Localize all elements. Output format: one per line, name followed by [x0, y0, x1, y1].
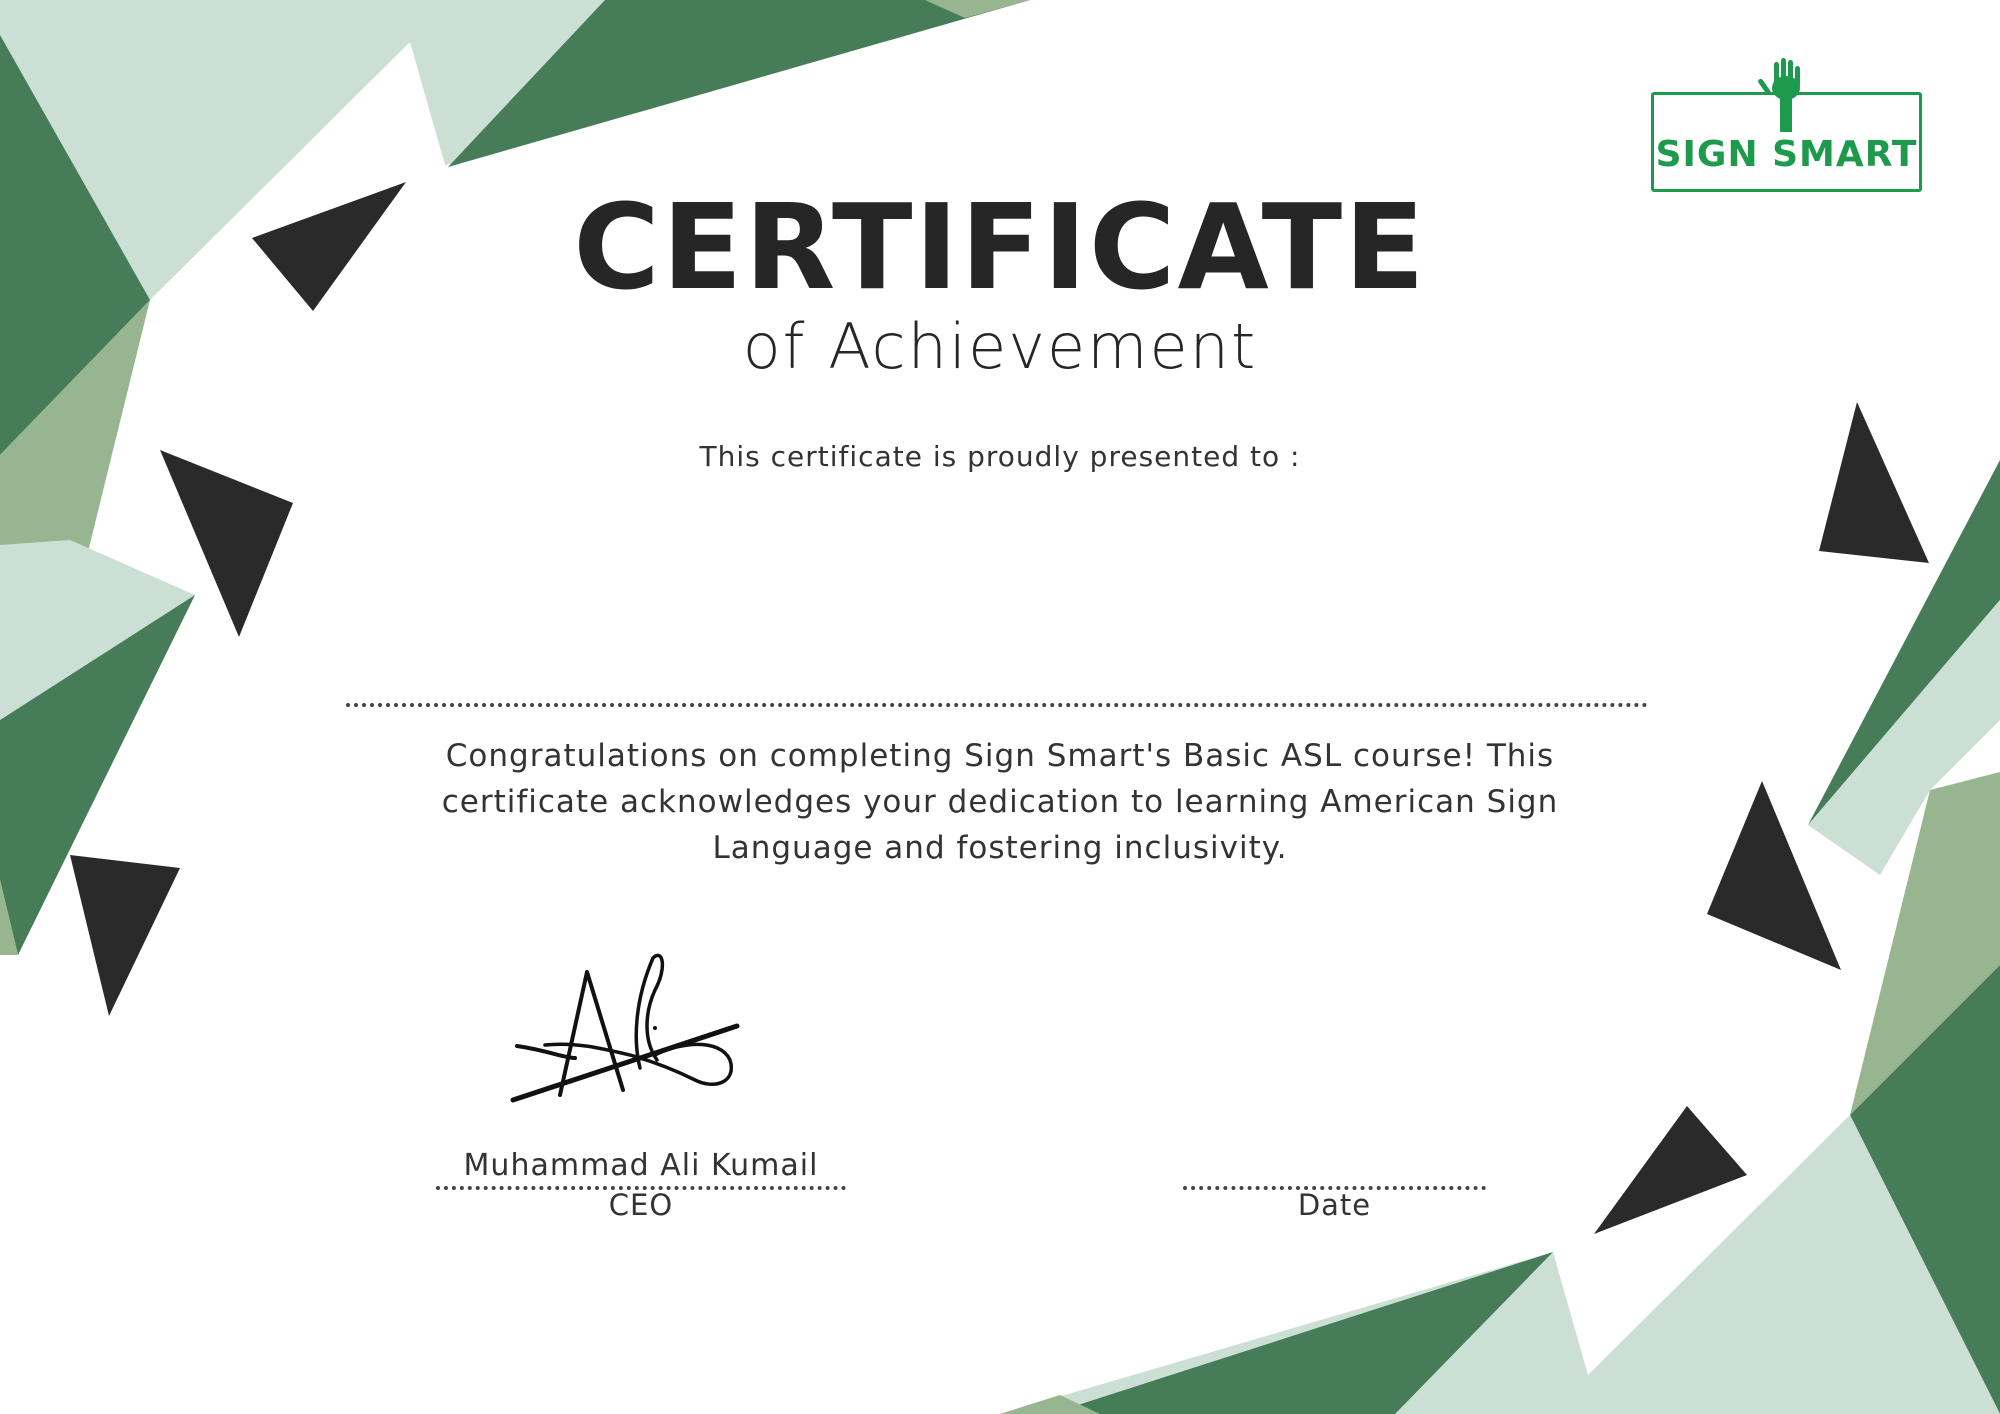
signature-image — [510, 953, 740, 1103]
signatory-name: Muhammad Ali Kumail — [463, 1148, 819, 1183]
dark-triangle — [70, 855, 180, 1016]
bg-shape — [1000, 1115, 2000, 1414]
certificate-body-text: Congratulations on completing Sign Smart… — [441, 738, 1559, 866]
logo-text: SIGN SMART — [1655, 134, 1918, 175]
dark-triangle — [1594, 1106, 1747, 1234]
certificate-title: CERTIFICATE — [573, 178, 1427, 316]
date-label: Date — [1297, 1188, 1372, 1222]
recipient-name-line — [346, 703, 1648, 707]
certificate-subtitle: of Achievement — [742, 310, 1258, 383]
presented-to-text: This certificate is proudly presented to… — [699, 440, 1301, 473]
raised-hand-icon — [1758, 58, 1800, 132]
signatory-role: CEO — [608, 1188, 674, 1222]
dark-triangle — [1819, 402, 1929, 563]
